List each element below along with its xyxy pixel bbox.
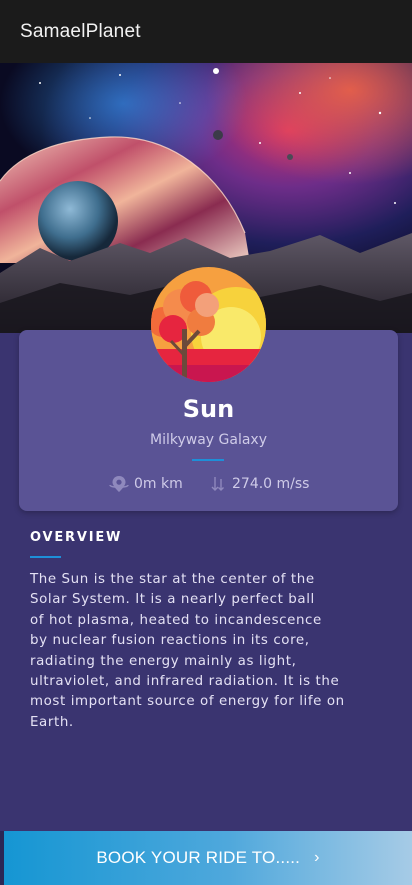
app-title: SamaelPlanet bbox=[20, 21, 141, 42]
gravity-stat: 274.0 m/ss bbox=[209, 474, 309, 494]
gravity-arrows-icon bbox=[211, 477, 224, 491]
card-divider bbox=[192, 459, 224, 461]
app-bar: SamaelPlanet bbox=[0, 0, 412, 63]
book-ride-button[interactable]: BOOK YOUR RIDE TO..... › bbox=[4, 831, 412, 885]
overview-underline bbox=[30, 556, 61, 558]
location-pin-icon bbox=[109, 476, 129, 492]
planet-galaxy: Milkyway Galaxy bbox=[150, 432, 267, 448]
book-ride-label: BOOK YOUR RIDE TO..... bbox=[96, 848, 301, 867]
chevron-right-icon: › bbox=[314, 849, 320, 866]
distance-stat: 0m km bbox=[109, 474, 183, 494]
overview-text: The Sun is the star at the center of the… bbox=[30, 572, 345, 730]
gravity-value: 274.0 m/ss bbox=[232, 476, 310, 492]
planet-name: Sun bbox=[182, 395, 235, 423]
distance-value: 0m km bbox=[134, 476, 183, 492]
planet-avatar bbox=[151, 267, 266, 382]
overview-heading: OVERVIEW bbox=[30, 530, 123, 545]
